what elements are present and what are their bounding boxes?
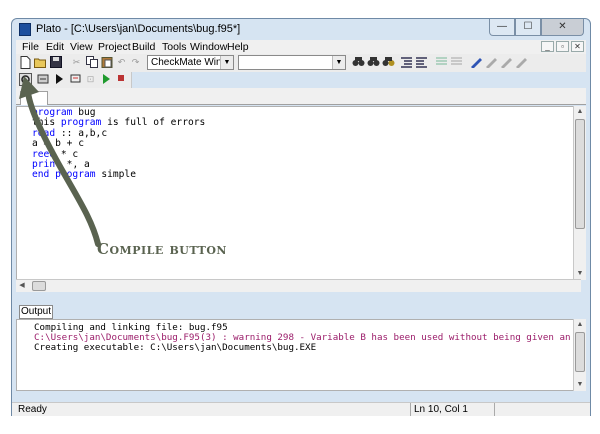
status-bar: Ready Ln 10, Col 1 [12,402,590,416]
menu-project[interactable]: Project [98,41,131,53]
plato-app-icon [19,23,31,36]
platform-combo[interactable]: CheckMate Win32 ▼ [147,55,234,70]
open-folder-icon[interactable] [34,56,47,69]
plato-window: Plato - [C:\Users\jan\Documents\bug.f95*… [11,18,591,416]
comment-icon[interactable] [435,56,448,69]
output-line: Creating executable: C:\Users\jan\Docume… [34,342,317,354]
close-button[interactable]: ✕ [541,19,584,36]
menu-edit[interactable]: Edit [46,41,64,53]
chevron-down-icon[interactable]: ▼ [220,56,233,69]
compile-button[interactable] [19,73,32,86]
bookmark-prev-icon[interactable] [500,56,513,69]
copy-icon[interactable] [85,56,98,69]
output-text: Compiling and linking file: bug.f95 C:\Us… [34,322,580,354]
code-keyword: end program [32,169,96,181]
output-vertical-scrollbar[interactable]: ▲ ▼ [573,319,586,391]
step-into-icon[interactable]: ⊡ [84,73,97,86]
menu-build[interactable]: Build [132,41,155,53]
code-line: end program simple [32,170,205,180]
second-combo[interactable]: ▼ [238,55,346,70]
replace-icon[interactable] [382,56,395,69]
code-keyword: reed [32,148,56,160]
menu-view[interactable]: View [70,41,93,53]
status-ready: Ready [18,404,47,415]
mdi-minimize-button[interactable]: _ [541,41,554,52]
code-token: *, a [60,159,90,171]
editor-horizontal-scrollbar[interactable]: ◀ [16,279,581,292]
outdent-icon[interactable] [415,56,428,69]
code-token: simple [95,169,136,181]
mdi-close-button[interactable]: ✕ [571,41,584,52]
paste-icon[interactable] [100,56,113,69]
document-tab-bug[interactable] [20,91,48,105]
output-pane[interactable]: Compiling and linking file: bug.f95 C:\Us… [16,319,581,391]
compile-button-callout: Compile button [97,240,227,258]
title-bar[interactable]: Plato - [C:\Users\jan\Documents\bug.f95*… [12,19,590,39]
undo-icon[interactable]: ↶ [115,56,128,69]
bookmark-toggle-icon[interactable] [470,56,483,69]
new-file-icon[interactable] [19,56,32,69]
code-token: this [32,117,61,129]
start-run-icon[interactable] [52,73,65,86]
save-icon[interactable] [49,56,62,69]
find-icon[interactable] [352,56,365,69]
bookmark-next-icon[interactable] [485,56,498,69]
scroll-down-icon[interactable]: ▼ [574,379,586,391]
code-token: bug [72,107,96,118]
code-keyword: print [32,159,61,171]
menu-window[interactable]: Window [190,41,227,53]
code-keyword: program [32,107,73,118]
document-tabs [16,88,586,105]
code-text[interactable]: program bug this program is full of error… [32,107,206,181]
run-icon[interactable] [99,73,112,86]
scroll-thumb[interactable] [575,332,585,372]
tab-output[interactable]: Output [19,305,53,319]
main-toolbar: ✂ ↶ ↷ CheckMate Win32 ▼ ▼ [16,54,586,72]
code-editor[interactable]: program bug this program is full of error… [16,106,581,292]
bookmark-clear-icon[interactable] [515,56,528,69]
window-title: Plato - [C:\Users\jan\Documents\bug.f95*… [36,23,241,35]
cut-icon[interactable]: ✂ [70,56,83,69]
stop-icon[interactable] [114,73,127,86]
h-scroll-thumb[interactable] [32,281,46,291]
cursor-position: Ln 10, Col 1 [410,403,495,416]
editor-vertical-scrollbar[interactable]: ▲ ▼ [573,106,586,280]
scroll-thumb[interactable] [575,119,585,229]
scroll-left-icon[interactable]: ◀ [16,280,28,292]
indent-icon[interactable] [400,56,413,69]
menu-bar: File Edit View Project Build Tools Windo… [16,40,586,54]
debug-icon[interactable] [69,73,82,86]
minimize-button[interactable]: — [489,19,515,36]
output-tabbar: Output [16,305,586,319]
menu-file[interactable]: File [22,41,39,53]
build-icon[interactable] [36,73,49,86]
redo-icon[interactable]: ↷ [129,56,142,69]
build-toolbar: ⊡ [16,72,132,88]
scroll-up-icon[interactable]: ▲ [574,319,586,331]
menu-tools[interactable]: Tools [162,41,187,53]
code-token: a = b + c [32,138,84,150]
code-keyword: read [32,127,56,139]
chevron-down-icon[interactable]: ▼ [332,56,345,69]
uncomment-icon[interactable] [450,56,463,69]
mdi-restore-button[interactable]: ▫ [556,41,569,52]
code-keyword: program [60,117,102,129]
scroll-up-icon[interactable]: ▲ [574,106,586,118]
maximize-button[interactable]: ☐ [515,19,541,36]
code-token: * c [55,148,79,160]
find-next-icon[interactable] [367,56,380,69]
code-token: :: a,b,c [55,127,108,139]
code-token: is full of errors [101,117,206,129]
menu-help[interactable]: Help [227,41,249,53]
